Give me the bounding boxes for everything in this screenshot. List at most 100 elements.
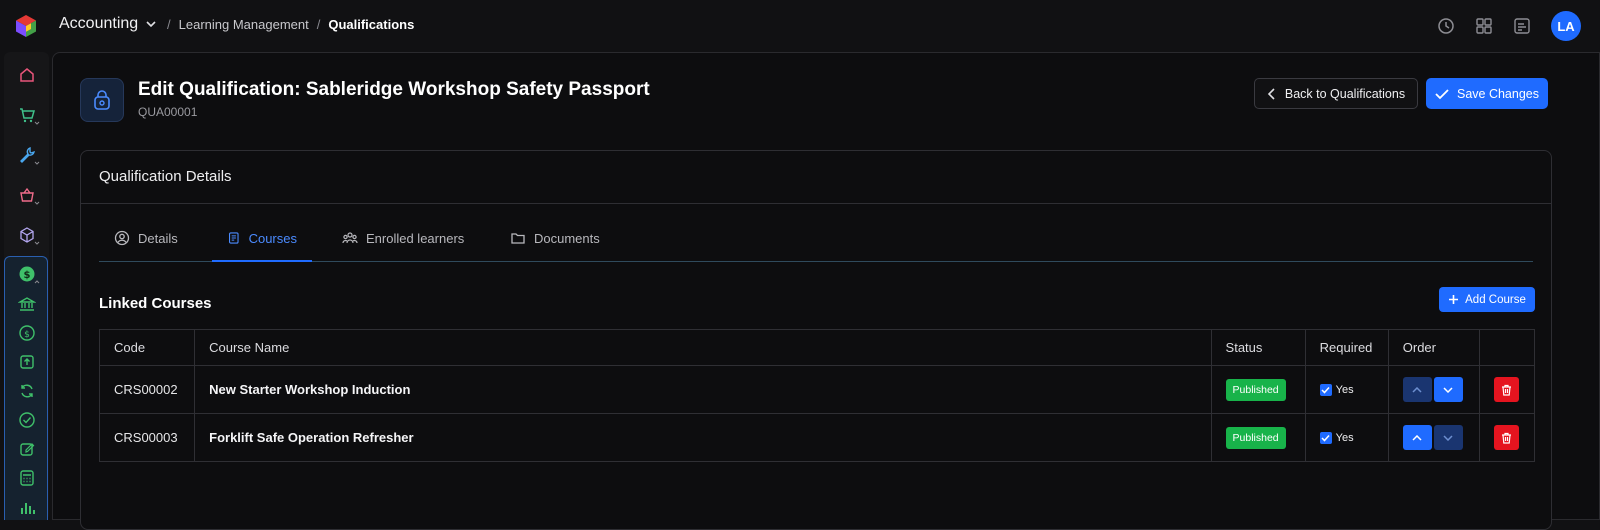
cube-icon bbox=[19, 227, 34, 243]
users-icon bbox=[342, 232, 358, 244]
breadcrumb-learning-management[interactable]: Learning Management bbox=[179, 17, 309, 32]
qualification-icon-tile bbox=[80, 78, 124, 122]
plus-icon bbox=[1449, 295, 1459, 304]
sidebar-item-purchasing[interactable] bbox=[4, 178, 49, 212]
home-icon bbox=[19, 68, 34, 82]
delete-course-button[interactable] bbox=[1493, 377, 1519, 402]
calculator-icon bbox=[19, 470, 34, 486]
avatar[interactable]: LA bbox=[1551, 11, 1581, 41]
trash-icon bbox=[1501, 384, 1511, 396]
column-header-actions bbox=[1478, 329, 1536, 366]
user-circle-icon bbox=[114, 230, 130, 246]
move-up-button[interactable] bbox=[1402, 377, 1432, 402]
grid-icon[interactable] bbox=[1474, 16, 1494, 36]
caret-icon bbox=[34, 121, 40, 125]
folder-icon bbox=[511, 233, 525, 244]
caret-icon bbox=[34, 241, 40, 245]
tab-courses[interactable]: Courses bbox=[212, 231, 312, 262]
notes-icon[interactable] bbox=[1512, 16, 1532, 36]
save-button-label: Save Changes bbox=[1456, 86, 1539, 101]
status-badge: Published bbox=[1225, 378, 1286, 401]
table-header-row: Code Course Name Status Required Order bbox=[98, 329, 1536, 366]
checkbox-checked-icon bbox=[1319, 384, 1332, 396]
column-header-required[interactable]: Required bbox=[1304, 329, 1389, 366]
column-header-status[interactable]: Status bbox=[1210, 329, 1306, 366]
column-header-course-name[interactable]: Course Name bbox=[194, 329, 1212, 366]
tab-enrolled-learners[interactable]: Enrolled learners bbox=[327, 231, 479, 262]
breadcrumb-qualifications[interactable]: Qualifications bbox=[328, 17, 414, 32]
lock-badge-icon bbox=[94, 90, 110, 110]
basket-icon bbox=[19, 187, 34, 202]
column-header-code[interactable]: Code bbox=[98, 329, 196, 366]
add-course-label: Add Course bbox=[1465, 293, 1526, 306]
required-checkbox[interactable]: Yes bbox=[1319, 432, 1354, 444]
back-to-qualifications-button[interactable]: Back to Qualifications bbox=[1254, 78, 1418, 109]
required-label: Yes bbox=[1335, 384, 1354, 396]
dollar-icon: $ bbox=[19, 266, 34, 282]
tab-bar: Details Courses Enrolled learners Docume… bbox=[99, 230, 1533, 262]
linked-courses-table: Code Course Name Status Required Order C… bbox=[98, 329, 1536, 462]
back-button-label: Back to Qualifications bbox=[1284, 86, 1406, 101]
svg-text:$: $ bbox=[23, 270, 30, 281]
column-header-order[interactable]: Order bbox=[1387, 329, 1480, 366]
caret-icon bbox=[34, 201, 40, 205]
sidebar-item-accounting[interactable]: $ bbox=[4, 257, 49, 291]
history-icon[interactable] bbox=[1436, 16, 1456, 36]
sidebar-subitem-reports[interactable] bbox=[4, 490, 49, 524]
app-logo-icon[interactable] bbox=[14, 14, 38, 38]
card-title: Qualification Details bbox=[99, 168, 232, 185]
chevron-up-icon bbox=[1412, 434, 1422, 441]
qualification-code: QUA00001 bbox=[138, 105, 198, 119]
qualification-details-card: Qualification Details Details Courses En… bbox=[80, 150, 1552, 530]
course-name[interactable]: New Starter Workshop Induction bbox=[194, 365, 1212, 414]
sidebar-item-services[interactable] bbox=[4, 138, 49, 172]
status-badge: Published bbox=[1225, 426, 1286, 449]
book-icon bbox=[228, 232, 239, 244]
checkbox-checked-icon bbox=[1319, 432, 1332, 444]
svg-text:$: $ bbox=[24, 330, 30, 340]
tab-details[interactable]: Details bbox=[99, 230, 193, 262]
add-course-button[interactable]: Add Course bbox=[1439, 287, 1535, 312]
chevron-left-icon bbox=[1267, 87, 1275, 100]
delete-course-button[interactable] bbox=[1493, 425, 1519, 450]
chevron-down-icon bbox=[1443, 434, 1453, 441]
edit-icon bbox=[19, 443, 34, 456]
caret-up-icon bbox=[34, 280, 40, 284]
trash-icon bbox=[1501, 432, 1511, 444]
caret-icon bbox=[34, 161, 40, 165]
required-label: Yes bbox=[1335, 432, 1354, 444]
sidebar-item-sales[interactable] bbox=[4, 98, 49, 132]
top-bar: Accounting / Learning Management / Quali… bbox=[0, 0, 1600, 52]
move-down-button[interactable] bbox=[1433, 377, 1463, 402]
breadcrumb: / Learning Management / Qualifications bbox=[167, 17, 415, 32]
course-code: CRS00002 bbox=[98, 365, 196, 414]
app-switcher[interactable]: Accounting bbox=[59, 15, 158, 33]
required-checkbox[interactable]: Yes bbox=[1319, 384, 1354, 396]
bank-icon bbox=[17, 297, 36, 311]
chevron-down-icon bbox=[146, 21, 156, 28]
tab-documents[interactable]: Documents bbox=[495, 231, 615, 262]
sidebar-group-accounting: $ $ bbox=[4, 256, 48, 520]
upload-icon bbox=[19, 355, 34, 369]
course-name[interactable]: Forklift Safe Operation Refresher bbox=[194, 413, 1212, 462]
move-down-button[interactable] bbox=[1433, 425, 1463, 450]
save-changes-button[interactable]: Save Changes bbox=[1426, 78, 1548, 109]
tab-enrolled-learners-label: Enrolled learners bbox=[366, 231, 465, 246]
cart-icon bbox=[19, 108, 35, 123]
page-title: Edit Qualification: Sableridge Workshop … bbox=[138, 79, 650, 100]
sidebar-item-inventory[interactable] bbox=[4, 218, 49, 252]
table-row: CRS00002 New Starter Workshop Induction … bbox=[98, 365, 1536, 414]
app-name: Accounting bbox=[59, 15, 139, 32]
linked-courses-heading: Linked Courses bbox=[99, 295, 212, 312]
tab-details-label: Details bbox=[138, 231, 178, 246]
check-icon bbox=[1435, 88, 1449, 99]
table-row: CRS00003 Forklift Safe Operation Refresh… bbox=[98, 413, 1536, 462]
tab-documents-label: Documents bbox=[534, 231, 600, 246]
dollar-circle-icon: $ bbox=[18, 325, 35, 341]
refresh-icon bbox=[20, 384, 33, 398]
chevron-down-icon bbox=[1443, 386, 1453, 393]
sidebar-item-home[interactable] bbox=[4, 58, 49, 92]
move-up-button[interactable] bbox=[1402, 425, 1432, 450]
course-code: CRS00003 bbox=[98, 413, 196, 462]
check-circle-icon bbox=[18, 412, 35, 428]
